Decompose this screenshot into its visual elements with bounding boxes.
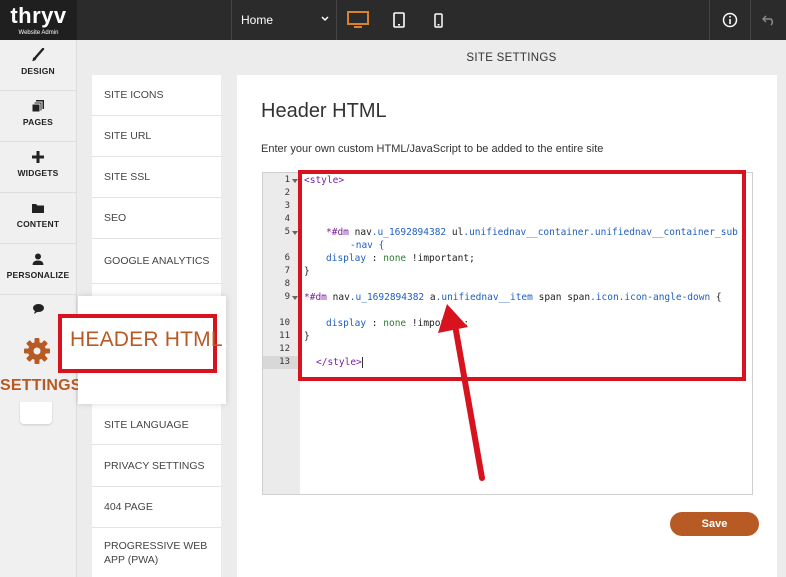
top-bar: thryv Website Admin Home	[0, 0, 786, 40]
save-button[interactable]: Save	[670, 512, 759, 536]
page-select-value: Home	[241, 13, 274, 27]
rail-label-settings[interactable]: SETTINGS	[0, 377, 82, 395]
pages-icon	[31, 100, 44, 113]
line-number: 12	[279, 344, 290, 354]
desktop-icon	[347, 11, 369, 28]
header-html-label: HEADER HTML	[70, 328, 223, 351]
rail-decoration	[20, 402, 52, 424]
undo-icon	[761, 15, 773, 26]
rail-item-pages[interactable]: PAGES	[0, 91, 76, 142]
rail-label-widgets: WIDGETS	[17, 168, 59, 178]
mobile-icon	[433, 12, 443, 28]
submenu-item-header-html[interactable]: HEADER HTML	[58, 314, 223, 373]
line-number: 2	[284, 188, 290, 198]
panel-description: Enter your own custom HTML/JavaScript to…	[261, 143, 604, 155]
line-number: 11	[279, 331, 290, 341]
submenu-item-seo[interactable]: SEO	[92, 198, 221, 239]
brand-subtitle: Website Admin	[18, 30, 59, 36]
mobile-view-button[interactable]	[419, 0, 457, 40]
submenu-item-google-analytics[interactable]: GOOGLE ANALYTICS	[92, 239, 221, 284]
submenu-item-site-language[interactable]: SITE LANGUAGE	[92, 405, 221, 445]
line-number: 1	[263, 174, 300, 187]
code-highlight-box	[298, 170, 746, 381]
rail-label-design: DESIGN	[21, 66, 55, 76]
rail-item-content[interactable]: CONTENT	[0, 193, 76, 244]
plus-icon	[32, 151, 44, 163]
line-number: 8	[284, 279, 290, 289]
brand-name: thryv	[10, 3, 67, 28]
line-number: 7	[284, 266, 290, 276]
panel-title: Header HTML	[261, 100, 387, 122]
rail-item-widgets[interactable]: WIDGETS	[0, 142, 76, 193]
info-icon	[722, 12, 737, 28]
rail-label-content: CONTENT	[16, 219, 60, 229]
line-number: 3	[284, 201, 290, 211]
line-number: 6	[284, 253, 290, 263]
editor-gutter: 1 2 3 4 5 6 7 8 9 10 11 12 13	[263, 173, 300, 494]
submenu-item-site-icons[interactable]: SITE ICONS	[92, 75, 221, 116]
tablet-icon	[393, 12, 405, 28]
submenu-item-pwa[interactable]: PROGRESSIVE WEB APP (PWA)	[92, 528, 221, 577]
submenu-item-privacy-settings[interactable]: PRIVACY SETTINGS	[92, 445, 221, 487]
submenu-item-site-ssl[interactable]: SITE SSL	[92, 157, 221, 198]
rail-item-personalize[interactable]: PERSONALIZE	[0, 244, 76, 295]
user-icon	[32, 253, 44, 265]
chevron-down-icon	[321, 16, 329, 22]
line-number: 10	[279, 318, 290, 328]
gear-icon[interactable]	[22, 336, 52, 366]
info-button[interactable]	[709, 0, 749, 40]
rail-label-personalize: PERSONALIZE	[6, 270, 70, 280]
left-rail: DESIGN PAGES WIDGETS CONTENT PERSONALIZE	[0, 40, 77, 577]
page-title: SITE SETTINGS	[466, 52, 557, 64]
submenu-item-404-page[interactable]: 404 PAGE	[92, 487, 221, 528]
brand-logo[interactable]: thryv Website Admin	[0, 0, 77, 40]
line-number-active: 13	[263, 356, 300, 369]
rail-label-pages: PAGES	[22, 117, 54, 127]
line-number: 9	[263, 291, 300, 304]
submenu-item-site-url[interactable]: SITE URL	[92, 116, 221, 157]
chat-bubble-icon	[32, 304, 44, 314]
line-number: 5	[263, 226, 300, 239]
page-select[interactable]: Home	[231, 0, 337, 40]
folder-icon	[32, 204, 44, 213]
undo-button[interactable]	[750, 0, 786, 40]
line-number: 4	[284, 214, 290, 224]
desktop-view-button[interactable]	[339, 0, 377, 40]
brush-icon	[32, 48, 45, 61]
tablet-view-button[interactable]	[380, 0, 418, 40]
rail-item-design[interactable]: DESIGN	[0, 40, 76, 91]
